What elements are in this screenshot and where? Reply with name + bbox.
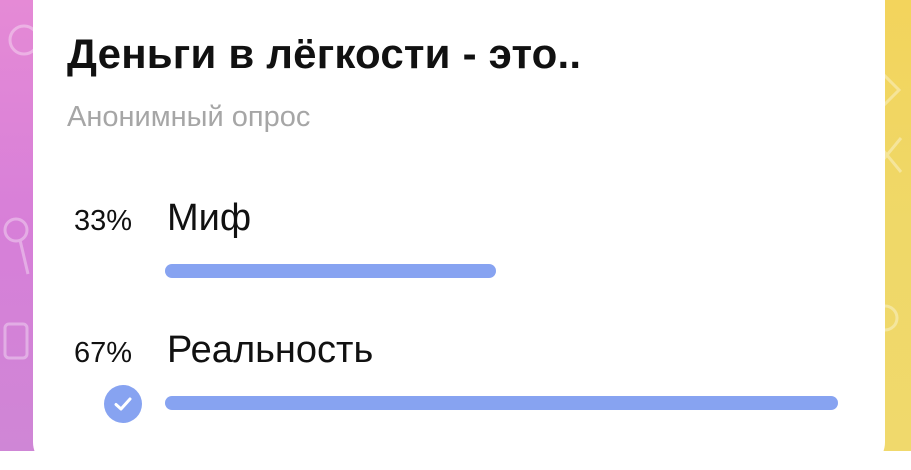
- option-percent: 33%: [74, 205, 133, 237]
- option-label: Реальность: [167, 329, 374, 371]
- doodle-icon: [3, 217, 30, 275]
- option-percent: 67%: [74, 337, 133, 369]
- check-circle-icon: [104, 385, 142, 423]
- option-result-bar: [165, 264, 496, 278]
- option-result-bar: [165, 396, 838, 410]
- poll-question: Деньги в лёгкости - это..: [67, 30, 582, 77]
- poll-type-label: Анонимный опрос: [67, 101, 311, 133]
- doodle-icon: [3, 322, 29, 360]
- option-label: Миф: [167, 197, 252, 239]
